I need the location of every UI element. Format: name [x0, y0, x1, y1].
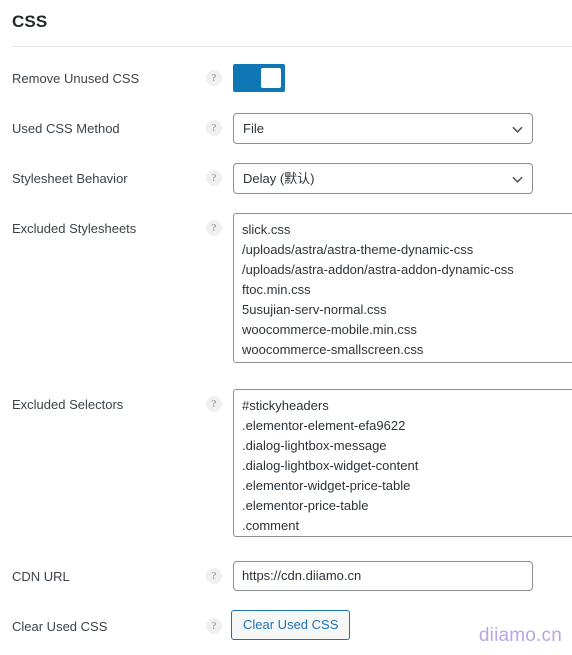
help-icon-clear-used-css[interactable]: ?: [206, 618, 222, 634]
label-clear-used-css: Clear Used CSS: [12, 619, 108, 634]
select-stylesheet-behavior[interactable]: Delay (默认): [233, 163, 533, 194]
select-stylesheet-behavior-value: Delay (默认): [243, 171, 315, 186]
select-used-css-method[interactable]: File: [233, 113, 533, 144]
label-stylesheet-behavior: Stylesheet Behavior: [12, 171, 128, 186]
help-icon-cdn-url[interactable]: ?: [206, 568, 222, 584]
clear-used-css-button[interactable]: Clear Used CSS: [231, 610, 351, 640]
select-used-css-method-value: File: [243, 121, 264, 136]
label-excluded-selectors: Excluded Selectors: [12, 397, 124, 412]
watermark: diiamo.cn: [478, 625, 562, 646]
chevron-down-icon: [512, 124, 523, 135]
label-cdn-url: CDN URL: [12, 569, 70, 584]
help-icon-stylesheet-behavior[interactable]: ?: [206, 170, 222, 186]
toggle-knob: [261, 68, 281, 88]
label-excluded-stylesheets: Excluded Stylesheets: [12, 221, 137, 236]
help-icon-remove-unused-css[interactable]: ?: [206, 70, 222, 86]
css-settings-panel: CSS Remove Unused CSS ? Used CSS Method …: [0, 0, 572, 655]
help-icon-used-css-method[interactable]: ?: [206, 120, 222, 136]
label-remove-unused-css: Remove Unused CSS: [12, 71, 140, 86]
page-title: CSS: [12, 12, 48, 31]
textarea-excluded-stylesheets-value: slick.css /uploads/astra/astra-theme-dyn…: [242, 222, 514, 357]
textarea-excluded-selectors-value: #stickyheaders .elementor-element-efa962…: [242, 398, 419, 533]
help-icon-excluded-selectors[interactable]: ?: [206, 396, 222, 412]
chevron-down-icon: [512, 174, 523, 185]
help-icon-excluded-stylesheets[interactable]: ?: [206, 220, 222, 236]
cdn-url-input[interactable]: https://cdn.diiamo.cn: [233, 561, 533, 591]
label-used-css-method: Used CSS Method: [12, 121, 120, 136]
title-divider: [12, 46, 572, 47]
textarea-excluded-stylesheets[interactable]: slick.css /uploads/astra/astra-theme-dyn…: [233, 213, 572, 363]
cdn-url-input-value: https://cdn.diiamo.cn: [242, 568, 362, 583]
toggle-remove-unused-css[interactable]: [233, 64, 285, 92]
textarea-excluded-selectors[interactable]: #stickyheaders .elementor-element-efa962…: [233, 389, 572, 537]
